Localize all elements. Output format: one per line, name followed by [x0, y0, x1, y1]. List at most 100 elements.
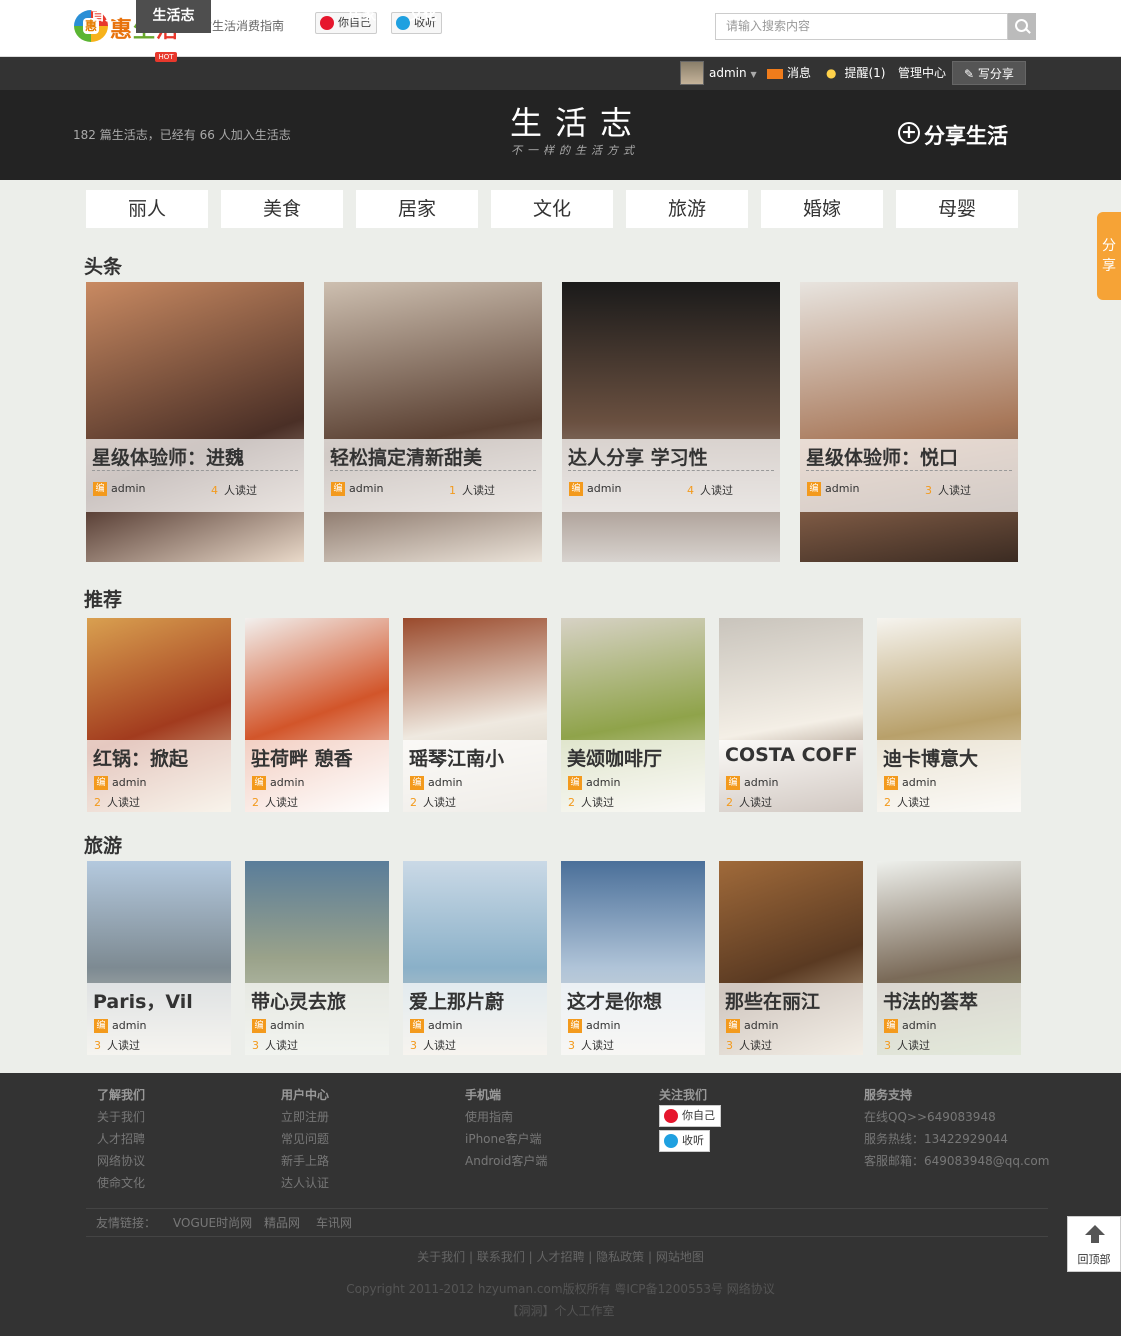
card-title[interactable]: 美颂咖啡厅 — [567, 744, 662, 771]
search-input[interactable]: 请输入搜索内容 — [715, 13, 1008, 40]
travel-card[interactable]: 书法的荟萃编 admin 3 人读过 — [877, 861, 1021, 1055]
reminders-link[interactable]: ● 提醒(1) — [826, 57, 885, 90]
recommend-card[interactable]: 瑶琴江南小编 admin 2 人读过 — [403, 618, 547, 812]
category-home[interactable]: 居家 — [356, 190, 478, 228]
travel-card[interactable]: Paris，Vil 编 admin 3 人读过 — [87, 861, 231, 1055]
friend-link[interactable]: 精品网 — [264, 1214, 300, 1231]
card-title[interactable]: 这才是你想 — [567, 987, 662, 1014]
category-baby[interactable]: 母婴 — [896, 190, 1018, 228]
footer-link[interactable]: 在线QQ>>649083948 — [864, 1108, 996, 1125]
recommend-card[interactable]: COSTA COFF 编 admin 2 人读过 — [719, 618, 863, 812]
footer-link[interactable]: 网络协议 — [97, 1152, 145, 1169]
back-to-top-button[interactable]: 回顶部 — [1067, 1216, 1121, 1272]
nav-item-beauty[interactable]: 丽人 — [214, 0, 266, 33]
footer-link[interactable]: 人才招聘 — [97, 1130, 145, 1147]
recommend-card[interactable]: 美颂咖啡厅编 admin 2 人读过 — [561, 618, 705, 812]
travel-card[interactable]: 这才是你想编 admin 3 人读过 — [561, 861, 705, 1055]
footer-link[interactable]: 关于我们 — [97, 1108, 145, 1125]
card-author[interactable]: admin — [744, 776, 778, 789]
card-author[interactable]: admin — [586, 1019, 620, 1032]
travel-card[interactable]: 带心灵去旅编 admin 3 人读过 — [245, 861, 389, 1055]
travel-card[interactable]: 爱上那片蔚编 admin 3 人读过 — [403, 861, 547, 1055]
footer-link[interactable]: 常见问题 — [281, 1130, 329, 1147]
nav-item-culture[interactable]: 文化 — [397, 0, 449, 33]
plus-circle-icon: + — [898, 122, 920, 144]
category-travel[interactable]: 旅游 — [626, 190, 748, 228]
card-author[interactable]: admin — [744, 1019, 778, 1032]
recommend-card[interactable]: 驻荷畔 憩香编 admin 2 人读过 — [245, 618, 389, 812]
card-title[interactable]: 红锅：掀起 — [93, 744, 188, 771]
search-icon[interactable] — [1008, 13, 1036, 40]
bottom-links[interactable]: 关于我们 | 联系我们 | 人才招聘 | 隐私政策 | 网站地图 — [0, 1248, 1121, 1265]
messages-link[interactable]: 消息 — [767, 57, 811, 90]
recommend-card[interactable]: 迪卡博意大编 admin 2 人读过 — [877, 618, 1021, 812]
card-author[interactable]: admin — [587, 482, 621, 495]
nav-item-home-living[interactable]: 居家 — [336, 0, 388, 33]
card-author[interactable]: admin — [270, 776, 304, 789]
footer-qq-button[interactable]: 收听 — [659, 1130, 710, 1152]
card-author[interactable]: admin — [586, 776, 620, 789]
card-author[interactable]: admin — [112, 776, 146, 789]
friend-link[interactable]: 车讯网 — [316, 1214, 352, 1231]
card-author[interactable]: admin — [428, 1019, 462, 1032]
card-author[interactable]: admin — [349, 482, 383, 495]
footer-link[interactable]: 新手上路 — [281, 1152, 329, 1169]
category-culture[interactable]: 文化 — [491, 190, 613, 228]
footer-weibo-button[interactable]: 你自己 — [659, 1105, 721, 1127]
admin-center-link[interactable]: 管理中心 — [898, 57, 946, 90]
card-title[interactable]: 星级体验师：进魏 — [92, 443, 244, 470]
card-title[interactable]: 轻松搞定清新甜美 — [330, 443, 482, 470]
category-food[interactable]: 美食 — [221, 190, 343, 228]
card-title[interactable]: 达人分享 学习性 — [568, 443, 708, 470]
card-title[interactable]: Paris，Vil — [93, 987, 193, 1014]
footer-link[interactable]: Android客户端 — [465, 1152, 547, 1169]
card-title[interactable]: 那些在丽江 — [725, 987, 820, 1014]
card-reads: 3 人读过 — [884, 1037, 930, 1053]
footer-link[interactable]: iPhone客户端 — [465, 1130, 542, 1147]
nav-item-home[interactable]: 首页 — [78, 0, 132, 33]
card-author[interactable]: admin — [428, 776, 462, 789]
card-author[interactable]: admin — [825, 482, 859, 495]
card-author[interactable]: admin — [270, 1019, 304, 1032]
category-wedding[interactable]: 婚嫁 — [761, 190, 883, 228]
friend-link[interactable]: VOGUE时尚网 — [173, 1214, 252, 1231]
footer-link[interactable]: 立即注册 — [281, 1108, 329, 1125]
headline-card[interactable]: 达人分享 学习性编 admin 4 人读过 — [562, 282, 780, 562]
footer-link[interactable]: 使命文化 — [97, 1174, 145, 1191]
nav-item-lifelog[interactable]: 生活志 — [136, 0, 211, 33]
card-title[interactable]: 爱上那片蔚 — [409, 987, 504, 1014]
card-title[interactable]: 迪卡博意大 — [883, 744, 978, 771]
avatar[interactable] — [680, 61, 704, 85]
recommend-card[interactable]: 红锅：掀起编 admin 2 人读过 — [87, 618, 231, 812]
card-author[interactable]: admin — [902, 776, 936, 789]
headline-card[interactable]: 星级体验师：悦口编 admin 3 人读过 — [800, 282, 1018, 562]
category-beauty[interactable]: 丽人 — [86, 190, 208, 228]
footer-link[interactable]: 服务热线：13422929044 — [864, 1130, 1008, 1147]
card-author[interactable]: admin — [902, 1019, 936, 1032]
nav-item-food[interactable]: 美食 — [276, 0, 328, 33]
nav-item-baby[interactable]: 母婴 — [580, 0, 632, 33]
card-title[interactable]: COSTA COFF — [725, 744, 858, 766]
nav-item-travel[interactable]: 旅游 — [458, 0, 510, 33]
travel-card[interactable]: 那些在丽江编 admin 3 人读过 — [719, 861, 863, 1055]
card-title[interactable]: 驻荷畔 憩香 — [251, 744, 353, 771]
nav-item-wedding[interactable]: 婚嫁 — [519, 0, 571, 33]
card-title[interactable]: 星级体验师：悦口 — [806, 443, 958, 470]
headline-card[interactable]: 轻松搞定清新甜美编 admin 1 人读过 — [324, 282, 542, 562]
card-author[interactable]: admin — [112, 1019, 146, 1032]
read-count: 2 — [410, 796, 417, 809]
footer-link[interactable]: 客服邮箱：649083948@qq.com — [864, 1152, 1049, 1169]
edit-badge-icon: 编 — [410, 776, 424, 790]
footer-link[interactable]: 达人认证 — [281, 1174, 329, 1191]
headline-card[interactable]: 星级体验师：进魏编 admin 4 人读过 — [86, 282, 304, 562]
edit-badge-icon: 编 — [94, 776, 108, 790]
footer-link[interactable]: 使用指南 — [465, 1108, 513, 1125]
card-title[interactable]: 带心灵去旅 — [251, 987, 346, 1014]
card-title[interactable]: 书法的荟萃 — [883, 987, 978, 1014]
card-title[interactable]: 瑶琴江南小 — [409, 744, 504, 771]
share-life-button[interactable]: + 分享生活 — [898, 120, 1008, 150]
card-author[interactable]: admin — [111, 482, 145, 495]
side-share-button[interactable]: 分享 — [1097, 212, 1121, 300]
write-share-button[interactable]: ✎ 写分享 — [952, 61, 1026, 85]
user-menu[interactable]: admin ▼ — [709, 57, 757, 90]
